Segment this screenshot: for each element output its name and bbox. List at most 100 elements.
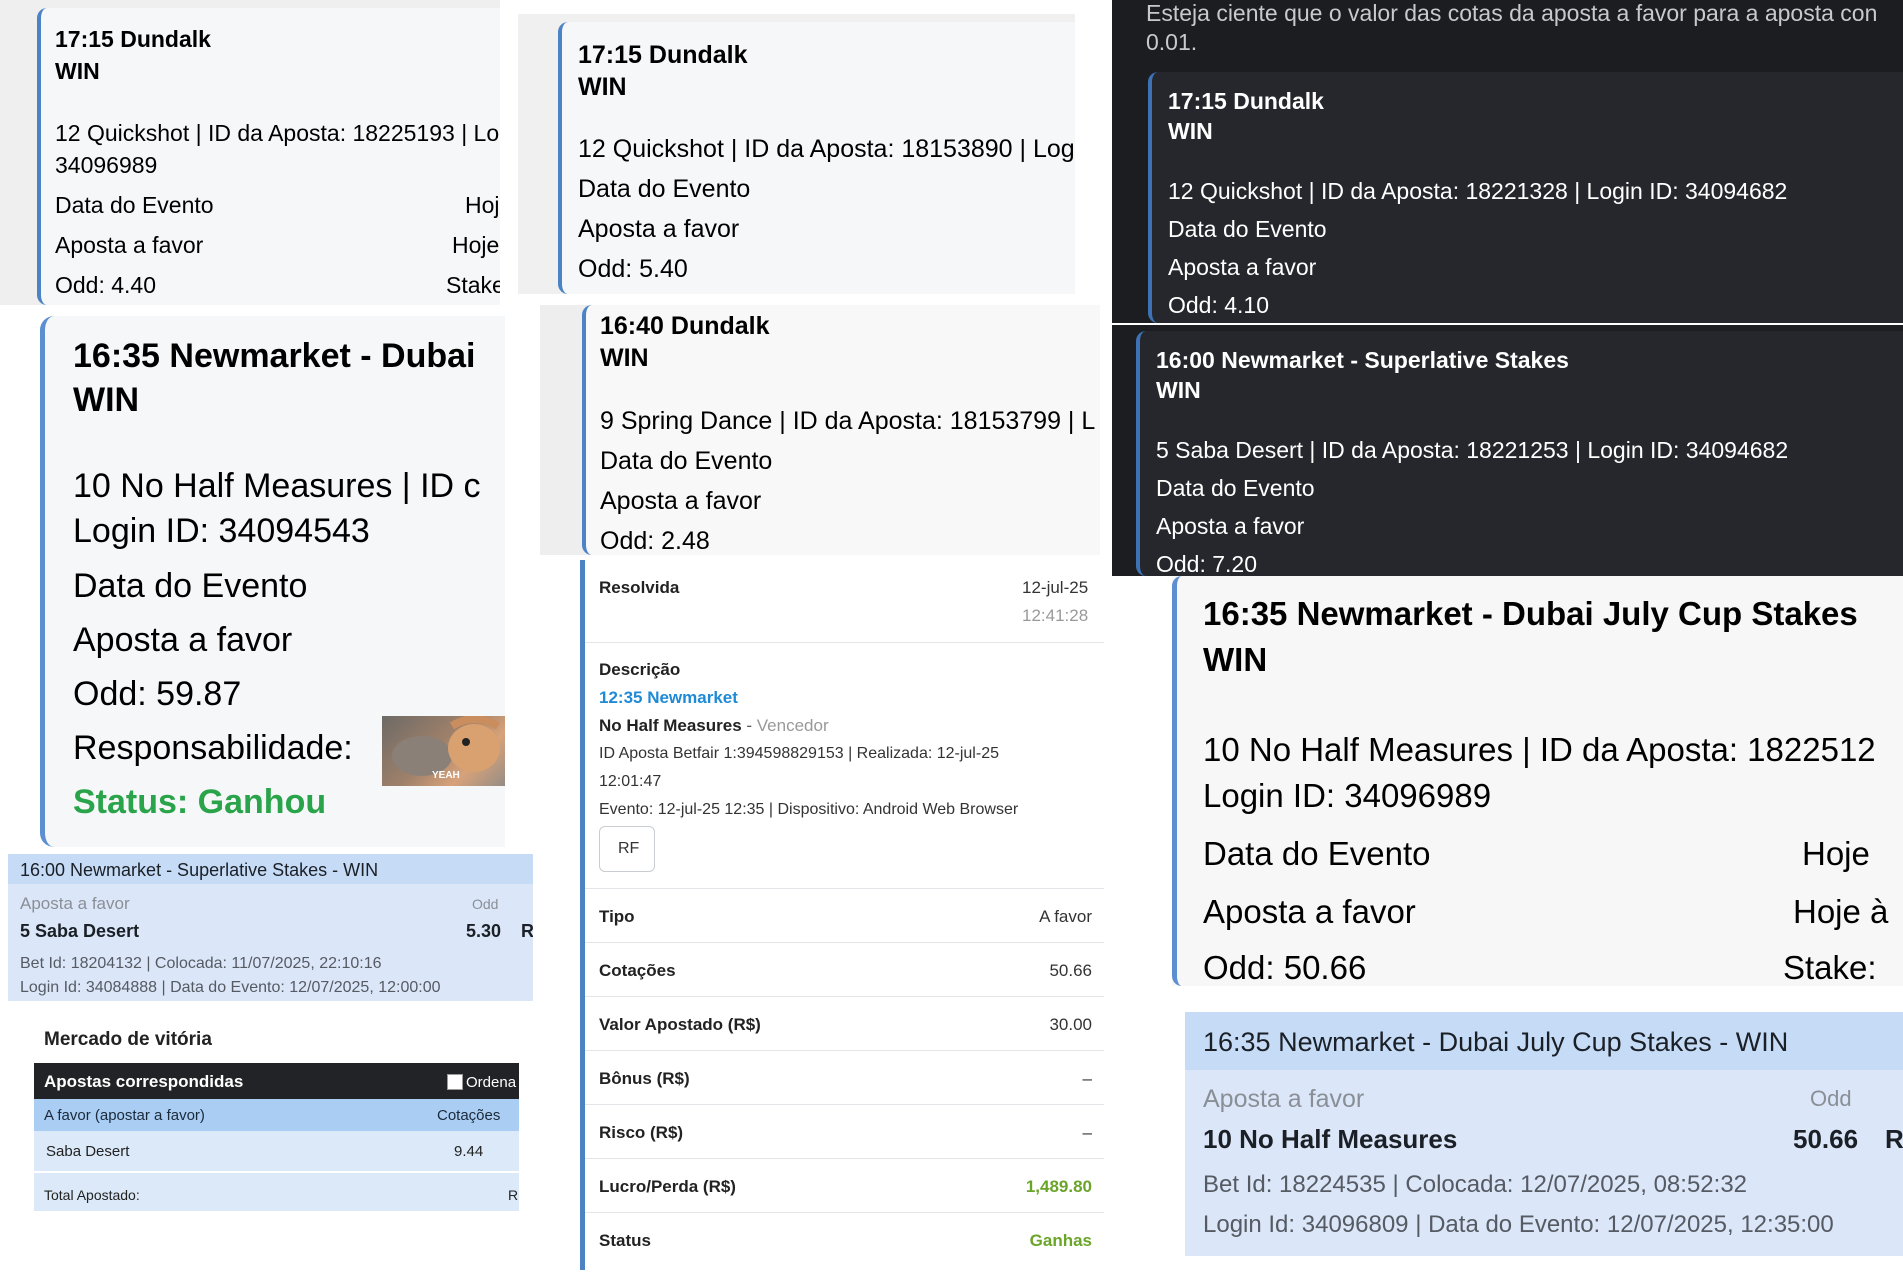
detail-row: Risco (R$) – bbox=[585, 1104, 1104, 1159]
market-label: WIN bbox=[55, 58, 100, 84]
runner-result: No Half Measures - Vencedor bbox=[599, 716, 829, 736]
stake-label: Stake: bbox=[1783, 949, 1877, 986]
selection-line: 12 Quickshot | ID da Aposta: 18221328 | … bbox=[1168, 178, 1788, 204]
bet-card-6: 16:00 Newmarket - Superlative Stakes WIN… bbox=[1112, 325, 1903, 576]
detail-row-label: Tipo bbox=[599, 907, 635, 926]
matched-price: 9.44 bbox=[454, 1143, 484, 1160]
bet-card-4: 16:35 Newmarket - Dubai WIN 10 No Half M… bbox=[40, 316, 505, 847]
detail-row-label: Valor Apostado (R$) bbox=[599, 1015, 761, 1034]
liability-label: Responsabilidade: bbox=[73, 729, 353, 767]
selection-line: 10 No Half Measures | ID da Aposta: 1822… bbox=[1203, 731, 1876, 768]
runner-name: No Half Measures bbox=[599, 716, 742, 735]
login-id: Login ID: 34096989 bbox=[1203, 777, 1492, 814]
rf-button-label: RF bbox=[618, 840, 640, 857]
bet-card-2: 17:15 Dundalk WIN 12 Quickshot | ID da A… bbox=[518, 14, 1075, 294]
horse-meme-image: YEAH bbox=[382, 716, 505, 786]
detail-row: Valor Apostado (R$) 30.00 bbox=[585, 996, 1104, 1051]
odd-value: Odd: 4.10 bbox=[1168, 292, 1270, 318]
detail-row-value: Ganhas bbox=[1029, 1231, 1092, 1250]
detail-row-value: 30.00 bbox=[1049, 1015, 1092, 1034]
total-row: Total Apostado: R bbox=[34, 1173, 519, 1211]
detail-row: Status Ganhas bbox=[585, 1212, 1104, 1267]
runner-sep: - bbox=[741, 716, 757, 735]
event-date-label: Data do Evento bbox=[1168, 216, 1327, 242]
resolved-date: 12-jul-25 bbox=[1022, 578, 1089, 597]
detail-row-value: A favor bbox=[1039, 907, 1092, 926]
event-date-label: Data do Evento bbox=[1203, 835, 1431, 872]
odd-value: Odd: 59.87 bbox=[73, 675, 242, 713]
total-label: Total Apostado: bbox=[44, 1187, 140, 1203]
login-line: Login Id: 34096809 | Data do Evento: 12/… bbox=[1203, 1211, 1834, 1238]
bet-type-label: Aposta a favor bbox=[1168, 254, 1317, 280]
odds-notice-cont: 0.01. bbox=[1146, 29, 1198, 55]
bet-header: 16:00 Newmarket - Superlative Stakes - W… bbox=[8, 854, 533, 884]
detail-row: Lucro/Perda (R$) 1,489.80 bbox=[585, 1158, 1104, 1213]
race-link[interactable]: 12:35 Newmarket bbox=[599, 688, 738, 708]
bet-card-3-body: 17:15 Dundalk WIN 12 Quickshot | ID da A… bbox=[1148, 72, 1903, 323]
odd-trail: R bbox=[521, 921, 533, 941]
detail-row-label: Cotações bbox=[599, 961, 676, 980]
race-title: 17:15 Dundalk bbox=[55, 26, 211, 52]
detail-row-value: 50.66 bbox=[1049, 961, 1092, 980]
odd-trail: R bbox=[1885, 1124, 1903, 1154]
bet-card-5-body: 16:40 Dundalk WIN 9 Spring Dance | ID da… bbox=[582, 305, 1100, 555]
bet-card-7: 16:00 Newmarket - Superlative Stakes - W… bbox=[8, 854, 533, 1001]
bet-type-label: Aposta a favor bbox=[20, 894, 130, 913]
race-title: 16:40 Dundalk bbox=[600, 312, 770, 340]
description-label: Descrição bbox=[599, 660, 681, 679]
back-column-header: A favor (apostar a favor) Cotações bbox=[34, 1099, 519, 1131]
bet-id-line: Bet Id: 18204132 | Colocada: 11/07/2025,… bbox=[20, 955, 382, 972]
bet-card-11: 16:35 Newmarket - Dubai July Cup Stakes … bbox=[1185, 1012, 1903, 1256]
detail-row-value: – bbox=[1082, 1123, 1092, 1142]
matched-bets-bar: Apostas correspondidas Ordena bbox=[34, 1063, 519, 1099]
matched-bets-label: Apostas correspondidas bbox=[44, 1072, 244, 1091]
odd-label: Odd bbox=[472, 896, 499, 912]
bet-type-label: Aposta a favor bbox=[600, 487, 762, 515]
total-trail: R bbox=[508, 1187, 519, 1203]
market-label: WIN bbox=[578, 73, 627, 101]
selection-line: 5 Saba Desert | ID da Aposta: 18221253 |… bbox=[1156, 437, 1789, 463]
event-date-label: Data do Evento bbox=[600, 447, 773, 475]
bet-type-value: Hoje à bbox=[1793, 893, 1889, 930]
market-label: WIN bbox=[1203, 641, 1268, 678]
meme-caption: YEAH bbox=[432, 770, 460, 781]
selection-line: 12 Quickshot | ID da Aposta: 18225193 | … bbox=[55, 120, 500, 146]
detail-row: Bônus (R$) – bbox=[585, 1050, 1104, 1105]
selection-name: 10 No Half Measures bbox=[1203, 1124, 1458, 1154]
odd-value: 5.30 bbox=[466, 921, 502, 941]
bet-type-label: Aposta a favor bbox=[578, 215, 740, 243]
odds-notice: Esteja ciente que o valor das cotas da a… bbox=[1146, 0, 1878, 26]
bet-type-value: Hoje bbox=[452, 232, 500, 258]
bet-type-label: Aposta a favor bbox=[55, 232, 204, 258]
odd-value: Odd: 5.40 bbox=[578, 255, 688, 283]
bet-header: 16:35 Newmarket - Dubai July Cup Stakes … bbox=[1185, 1012, 1903, 1070]
login-id: Login ID: 34094543 bbox=[73, 512, 370, 550]
event-date-label: Data do Evento bbox=[578, 175, 751, 203]
checkbox-icon[interactable] bbox=[447, 1074, 463, 1090]
bet-card-4-body: 16:35 Newmarket - Dubai WIN 10 No Half M… bbox=[40, 316, 505, 847]
odd-label: Odd bbox=[1810, 1086, 1852, 1111]
market-label: WIN bbox=[1168, 118, 1213, 144]
matched-row: Saba Desert 9.44 bbox=[34, 1131, 519, 1171]
bet-type-label: Aposta a favor bbox=[1203, 893, 1416, 930]
stake-label: Stake bbox=[446, 272, 500, 298]
market-label: WIN bbox=[600, 344, 649, 372]
rf-button[interactable]: RF bbox=[599, 826, 655, 872]
matched-bets-panel: Mercado de vitória Apostas correspondida… bbox=[34, 1017, 519, 1211]
race-title: 16:35 Newmarket - Dubai July Cup Stakes bbox=[1203, 595, 1858, 632]
bet-card-10: 16:35 Newmarket - Dubai July Cup Stakes … bbox=[1172, 576, 1903, 986]
selection-line: 9 Spring Dance | ID da Aposta: 18153799 … bbox=[600, 407, 1096, 435]
detail-row-value: 1,489.80 bbox=[1025, 1177, 1092, 1196]
bet-card-2-body: 17:15 Dundalk WIN 12 Quickshot | ID da A… bbox=[558, 22, 1075, 294]
selection-line: 12 Quickshot | ID da Aposta: 18153890 | … bbox=[578, 135, 1075, 163]
race-title: 17:15 Dundalk bbox=[578, 41, 748, 69]
settled-bet-detail: Resolvida 12-jul-25 12:41:28 Descrição 1… bbox=[580, 560, 1104, 1270]
runner-name: Saba Desert bbox=[46, 1143, 130, 1160]
detail-row: Cotações 50.66 bbox=[585, 942, 1104, 997]
odd-value: Odd: 7.20 bbox=[1156, 551, 1258, 576]
bet-type-label: Aposta a favor bbox=[1156, 513, 1305, 539]
bet-card-10-body: 16:35 Newmarket - Dubai July Cup Stakes … bbox=[1172, 576, 1903, 986]
bet-card-1: 17:15 Dundalk WIN 12 Quickshot | ID da A… bbox=[0, 0, 500, 305]
back-column-label: A favor (apostar a favor) bbox=[44, 1107, 205, 1124]
event-date-value: Hoje bbox=[1802, 835, 1870, 872]
